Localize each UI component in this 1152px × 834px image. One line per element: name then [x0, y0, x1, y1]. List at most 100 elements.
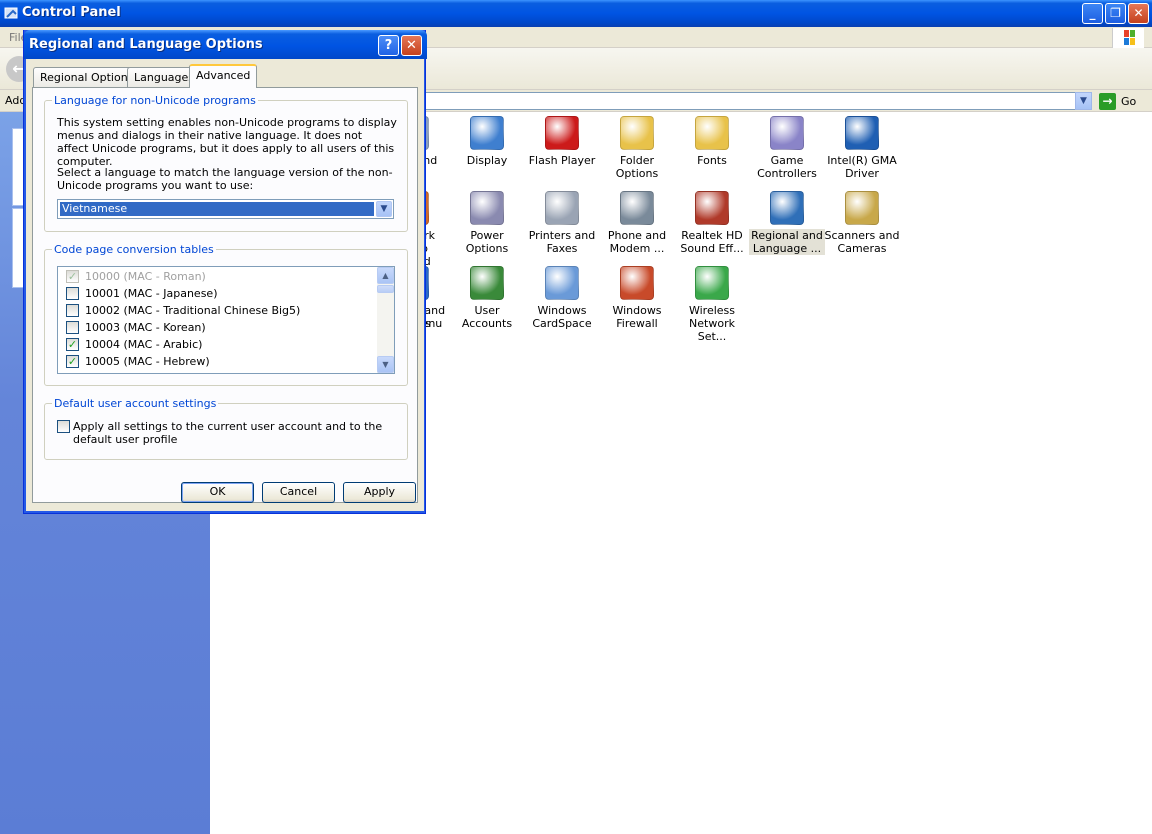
cp-item-label: Game Controllers: [757, 154, 817, 180]
cp-item-user-accounts[interactable]: User Accounts: [449, 266, 525, 330]
cp-item-scanners-cameras[interactable]: Scanners and Cameras: [824, 191, 900, 255]
cp-item-regional-language[interactable]: Regional and Language ...: [749, 191, 825, 255]
cp-item-label: Power Options: [465, 229, 509, 255]
cp-item-label: Windows Firewall: [612, 304, 662, 330]
list-item[interactable]: ✓ 10004 (MAC - Arabic): [58, 336, 376, 353]
cp-item-phone-modem[interactable]: Phone and Modem ...: [599, 191, 675, 255]
code-page-label: 10000 (MAC - Roman): [85, 270, 206, 283]
cp-item-fonts[interactable]: Fonts: [674, 116, 750, 167]
game-controllers-icon: [770, 116, 804, 150]
apply-default-label: Apply all settings to the current user a…: [73, 420, 383, 446]
list-item[interactable]: 10001 (MAC - Japanese): [58, 285, 376, 302]
chevron-down-icon[interactable]: ▼: [376, 201, 392, 217]
cp-item-label: Realtek HD Sound Eff...: [680, 229, 744, 255]
chevron-down-icon[interactable]: ▼: [1075, 92, 1092, 110]
list-item[interactable]: ✓ 10000 (MAC - Roman): [58, 268, 376, 285]
code-page-checkbox[interactable]: [66, 304, 79, 317]
cp-item-label: Scanners and Cameras: [824, 229, 900, 255]
cp-item-label: User Accounts: [461, 304, 513, 330]
cp-item-label: Printers and Faxes: [528, 229, 596, 255]
language-select[interactable]: Vietnamese ▼: [57, 199, 394, 219]
list-item[interactable]: 10003 (MAC - Korean): [58, 319, 376, 336]
code-page-label: 10003 (MAC - Korean): [85, 321, 206, 334]
fonts-icon: [695, 116, 729, 150]
apply-default-checkbox[interactable]: [57, 420, 70, 433]
cp-item-label: Fonts: [697, 154, 727, 167]
cp-item-intel-gma[interactable]: Intel(R) GMA Driver: [824, 116, 900, 180]
cp-item-power-options[interactable]: Power Options: [449, 191, 525, 255]
dialog-title: Regional and Language Options: [29, 37, 263, 52]
control-panel-titlebar[interactable]: Control Panel _ ❐ ✕: [0, 0, 1152, 27]
cp-item-windows-firewall[interactable]: Windows Firewall: [599, 266, 675, 330]
tab-advanced[interactable]: Advanced: [189, 64, 258, 88]
flash-player-icon: [545, 116, 579, 150]
restore-button[interactable]: ❐: [1105, 3, 1126, 24]
code-page-label: 10002 (MAC - Traditional Chinese Big5): [85, 304, 301, 317]
cp-item-realtek-sound[interactable]: Realtek HD Sound Eff...: [674, 191, 750, 255]
code-page-label: 10005 (MAC - Hebrew): [85, 355, 210, 368]
dialog-close-button[interactable]: ✕: [401, 35, 422, 56]
group-caption-default-user: Default user account settings: [52, 397, 219, 410]
code-page-checkbox[interactable]: ✓: [66, 270, 79, 283]
group-caption-code-page: Code page conversion tables: [52, 243, 216, 256]
apply-button[interactable]: Apply: [343, 482, 416, 503]
cp-item-label: Wireless Network Set...: [688, 304, 736, 343]
wireless-network-setup-icon: [695, 266, 729, 300]
regional-language-icon: [770, 191, 804, 225]
scroll-up-icon[interactable]: ▲: [377, 267, 394, 284]
code-page-list[interactable]: ▲ ▼ ✓ 10000 (MAC - Roman) 10001 (MAC - Jap…: [57, 266, 395, 374]
cp-item-label: Phone and Modem ...: [607, 229, 667, 255]
dialog-titlebar[interactable]: Regional and Language Options ? ✕: [24, 30, 427, 59]
group-caption-non-unicode: Language for non-Unicode programs: [52, 94, 258, 107]
scanners-cameras-icon: [845, 191, 879, 225]
cp-item-label: Regional and Language ...: [749, 229, 825, 255]
user-accounts-icon: [470, 266, 504, 300]
cp-item-wireless-network-setup[interactable]: Wireless Network Set...: [674, 266, 750, 343]
help-button[interactable]: ?: [378, 35, 399, 56]
display-icon: [470, 116, 504, 150]
cp-item-display[interactable]: Display: [449, 116, 525, 167]
cp-item-label: Folder Options: [615, 154, 659, 180]
windows-logo-icon: [1112, 28, 1144, 48]
code-page-checkbox[interactable]: [66, 287, 79, 300]
cp-item-label: Display: [466, 154, 508, 167]
tab-regional-options[interactable]: Regional Options: [33, 67, 141, 87]
non-unicode-description: This system setting enables non-Unicode …: [57, 116, 397, 168]
scroll-thumb[interactable]: [377, 285, 394, 293]
code-page-label: 10004 (MAC - Arabic): [85, 338, 203, 351]
code-page-checkbox[interactable]: ✓: [66, 338, 79, 351]
ok-button[interactable]: OK: [181, 482, 254, 503]
cancel-button[interactable]: Cancel: [262, 482, 335, 503]
list-item[interactable]: ✓ 10005 (MAC - Hebrew): [58, 353, 376, 370]
cp-item-folder-options[interactable]: Folder Options: [599, 116, 675, 180]
windows-firewall-icon: [620, 266, 654, 300]
power-options-icon: [470, 191, 504, 225]
go-arrow-icon[interactable]: →: [1099, 93, 1116, 110]
list-scrollbar[interactable]: ▲ ▼: [377, 267, 394, 373]
language-prompt: Select a language to match the language …: [57, 166, 393, 192]
cp-item-windows-cardspace[interactable]: Windows CardSpace: [524, 266, 600, 330]
cp-item-flash-player[interactable]: Flash Player: [524, 116, 600, 167]
scroll-down-icon[interactable]: ▼: [377, 356, 394, 373]
phone-modem-icon: [620, 191, 654, 225]
code-page-checkbox[interactable]: [66, 321, 79, 334]
intel-gma-icon: [845, 116, 879, 150]
cp-item-label: Flash Player: [528, 154, 596, 167]
minimize-button[interactable]: _: [1082, 3, 1103, 24]
code-page-label: 10001 (MAC - Japanese): [85, 287, 218, 300]
cp-item-label: Windows CardSpace: [532, 304, 592, 330]
regional-language-dialog: Regional and Language Options ? ✕ Region…: [23, 30, 427, 514]
code-page-checkbox[interactable]: ✓: [66, 355, 79, 368]
language-select-value: Vietnamese: [60, 202, 374, 216]
window-close-button[interactable]: ✕: [1128, 3, 1149, 24]
printers-faxes-icon: [545, 191, 579, 225]
go-button[interactable]: Go: [1121, 95, 1136, 108]
control-panel-icon: [4, 5, 20, 21]
advanced-tab-panel: Language for non-Unicode programs This s…: [32, 87, 418, 503]
windows-cardspace-icon: [545, 266, 579, 300]
realtek-sound-icon: [695, 191, 729, 225]
cp-item-game-controllers[interactable]: Game Controllers: [749, 116, 825, 180]
cp-item-printers-faxes[interactable]: Printers and Faxes: [524, 191, 600, 255]
list-item[interactable]: 10002 (MAC - Traditional Chinese Big5): [58, 302, 376, 319]
cp-item-label: Intel(R) GMA Driver: [827, 154, 897, 180]
